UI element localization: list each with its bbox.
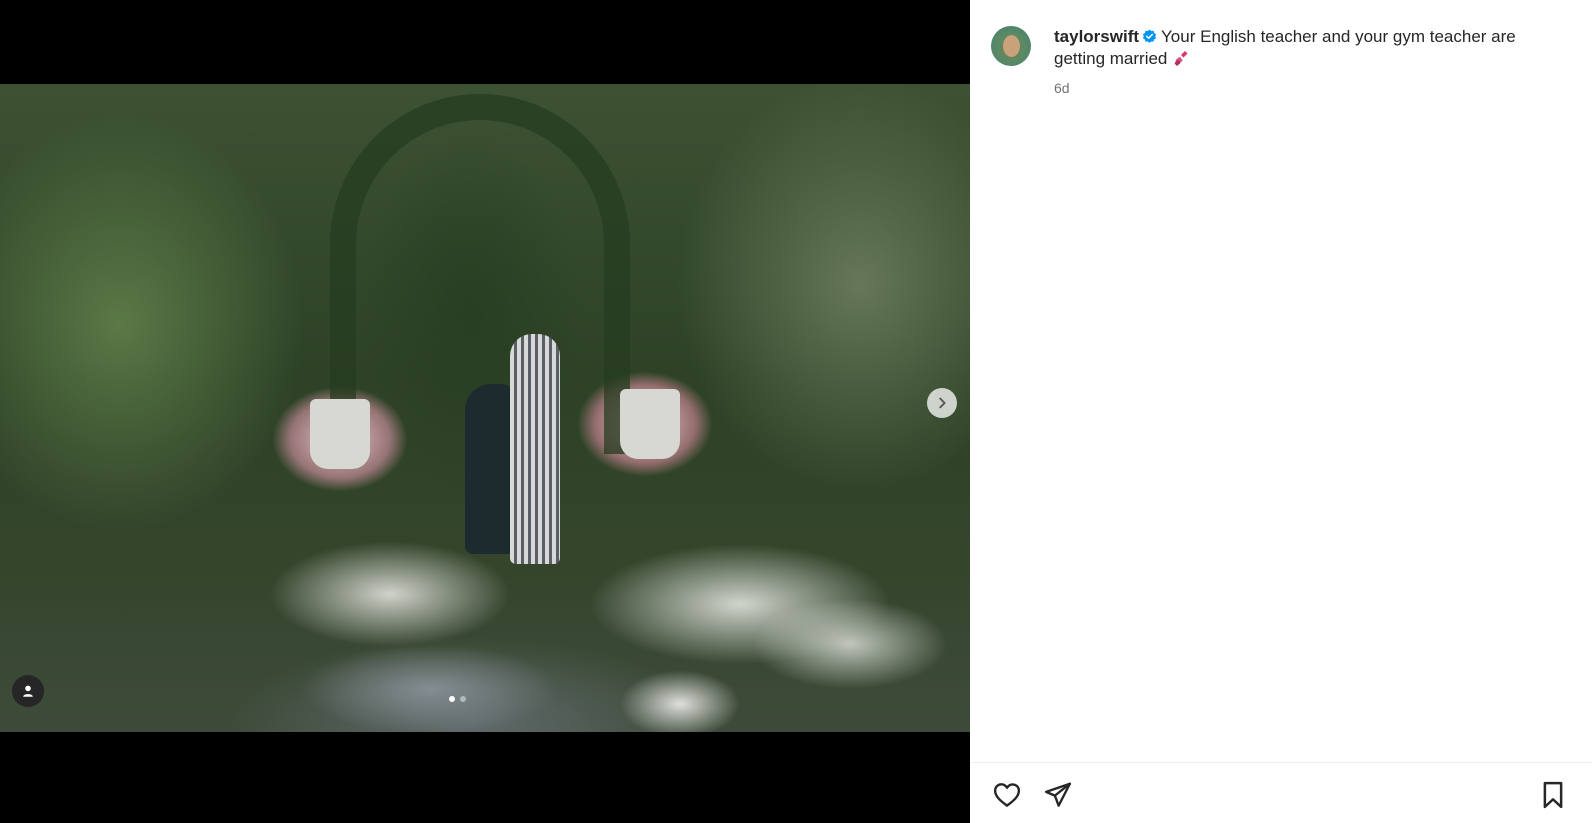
post-caption: taylorswift Your English teacher and your… (1054, 26, 1562, 70)
bookmark-icon (1543, 781, 1563, 808)
paper-plane-icon (1044, 782, 1072, 807)
lipstick-emoji-icon (1173, 48, 1191, 70)
share-button[interactable] (1041, 779, 1075, 813)
username-link[interactable]: taylorswift (1054, 27, 1139, 46)
post-side-panel: taylorswift Your English teacher and your… (970, 0, 1592, 823)
actions-divider (970, 762, 1592, 763)
photo-figure-standing (510, 334, 560, 564)
post-caption-row: taylorswift Your English teacher and your… (991, 26, 1562, 96)
carousel-dot-active (449, 696, 455, 702)
save-button[interactable] (1536, 779, 1570, 813)
photo-urn-left (310, 399, 370, 469)
like-button[interactable] (990, 779, 1024, 813)
next-slide-button[interactable] (927, 388, 957, 418)
post-actions-bar (990, 779, 1570, 813)
photo-urn-right (620, 389, 680, 459)
carousel-dot (460, 696, 466, 702)
post-timestamp[interactable]: 6d (1054, 80, 1562, 96)
avatar[interactable] (991, 26, 1031, 66)
user-tag-icon (23, 685, 33, 697)
heart-icon (993, 782, 1021, 807)
post-photo[interactable] (0, 84, 970, 732)
tagged-users-button[interactable] (12, 675, 44, 707)
chevron-right-icon (939, 397, 946, 409)
caption-container: taylorswift Your English teacher and your… (1054, 26, 1562, 96)
carousel-indicator (449, 696, 466, 702)
photo-stones (300, 644, 560, 732)
post-media (0, 0, 970, 823)
verified-badge-icon (1142, 29, 1157, 43)
